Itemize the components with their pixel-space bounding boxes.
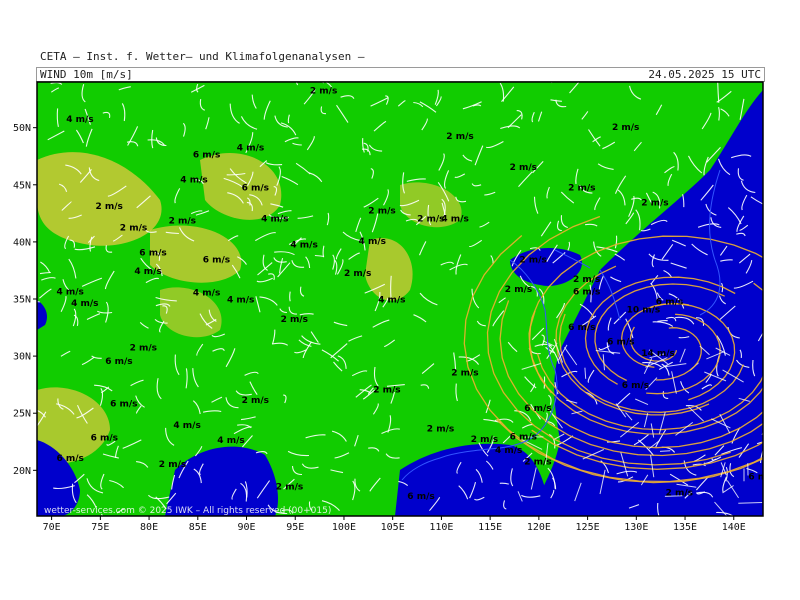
wind-speed-label: 6 m/s: [105, 357, 132, 367]
wind-speed-label: 6 m/s: [510, 433, 537, 443]
wind-speed-label: 2 m/s: [169, 217, 196, 227]
wind-speed-label: 6 m/s: [203, 256, 230, 266]
wind-map: 2 m/s4 m/s2 m/s2 m/s4 m/s6 m/s2 m/s4 m/s…: [13, 81, 767, 533]
lat-tick-label: 20N: [13, 466, 31, 477]
lat-tick-label: 35N: [13, 295, 31, 306]
wind-speed-label: 2 m/s: [641, 198, 668, 208]
wind-speed-label: 4 m/s: [134, 267, 161, 277]
longitude-axis: 70E 75E 80E 85E 90E 95E 100E 105E 110E 115E 120E 12…: [43, 516, 746, 533]
wind-speed-label: 4 m/s: [217, 436, 244, 446]
wind-speed-label: 4 m/s: [227, 295, 254, 305]
lat-tick-label: 30N: [13, 352, 31, 363]
lat-tick-label: 50N: [13, 123, 31, 134]
wind-speed-label: 6 m/s: [407, 492, 434, 502]
wind-speed-label: 4 m/s: [290, 241, 317, 251]
wind-speed-label: 4 m/s: [180, 176, 207, 186]
wind-speed-label: 2 m/s: [568, 184, 595, 194]
lon-tick-label: 105E: [381, 522, 405, 533]
wind-speed-label: 2 m/s: [505, 285, 532, 295]
lon-tick-label: 95E: [286, 522, 304, 533]
wind-speed-label: 2 m/s: [373, 386, 400, 396]
wind-speed-label: 6 m/s: [622, 381, 649, 391]
watermark: wetter-services.com © 2025 IWK – All rig…: [44, 506, 331, 516]
lon-tick-label: 110E: [429, 522, 453, 533]
wind-speed-label: 2 m/s: [310, 86, 337, 96]
wind-speed-label: 6 m/s: [91, 434, 118, 444]
wind-speed-label: 2 m/s: [276, 483, 303, 493]
wind-speed-label: 2 m/s: [573, 275, 600, 285]
wind-speed-label: 2 m/s: [451, 369, 478, 379]
wind-speed-label: 2 m/s: [281, 315, 308, 325]
lon-tick-label: 140E: [722, 522, 746, 533]
wind-speed-label: 2 m/s: [612, 123, 639, 133]
lon-tick-label: 115E: [478, 522, 502, 533]
wind-speed-label: 4 m/s: [495, 446, 522, 456]
wind-speed-label: 6 m/s: [573, 287, 600, 297]
strong-streamline: [738, 502, 763, 504]
lon-tick-label: 70E: [43, 522, 61, 533]
lon-tick-label: 120E: [527, 522, 551, 533]
latitude-axis: 50N 45N 40N 35N 30N 25N 20N: [13, 123, 37, 477]
wind-speed-label: 2 m/s: [471, 435, 498, 445]
wind-speed-label: 6 m/s: [193, 150, 220, 160]
wind-speed-label: 6 m/s: [110, 399, 137, 409]
lon-tick-label: 135E: [673, 522, 697, 533]
wind-speed-label: 2 m/s: [96, 202, 123, 212]
lon-tick-label: 130E: [624, 522, 648, 533]
wind-speed-label: 4 m/s: [57, 287, 84, 297]
lon-tick-label: 90E: [237, 522, 255, 533]
wind-speed-label: 2 m/s: [368, 206, 395, 216]
wind-speed-label: 2 m/s: [344, 269, 371, 279]
lon-tick-label: 100E: [332, 522, 356, 533]
lat-tick-label: 25N: [13, 409, 31, 420]
wind-speed-label: 6 m/s: [607, 338, 634, 348]
wind-speed-label: 4 m/s: [173, 421, 200, 431]
wind-speed-label: 14 m/s: [641, 349, 675, 359]
wind-speed-label: 4 m/s: [378, 295, 405, 305]
wind-speed-label: 6 m: [748, 473, 767, 483]
wind-speed-label: 10 m/s: [627, 306, 661, 316]
wind-speed-label: 4 m/s: [261, 214, 288, 224]
wind-speed-label: 6 m/s: [568, 323, 595, 333]
lon-tick-label: 125E: [576, 522, 600, 533]
wind-speed-label: 2 m/s: [519, 256, 546, 266]
wind-speed-label: 6 m/s: [242, 184, 269, 194]
wind-speed-label: 2 m/s: [666, 488, 693, 498]
wind-speed-label: 2 m/s: [510, 163, 537, 173]
wind-speed-label: 6 m/s: [524, 404, 551, 414]
wind-speed-label: 4 m/s: [193, 289, 220, 299]
wind-speed-label: 2 m/s: [120, 224, 147, 234]
wind-speed-label: 2 m/s: [446, 132, 473, 142]
wind-speed-label: 4 m/s: [237, 144, 264, 154]
wind-speed-label: 4 m/s: [71, 299, 98, 309]
strong-streamline: [659, 450, 671, 452]
calm-streamline: [289, 291, 291, 302]
wind-speed-label: 4 m/s: [66, 115, 93, 125]
wind-speed-label: 4 m/s: [441, 214, 468, 224]
lon-tick-label: 75E: [91, 522, 109, 533]
lat-tick-label: 40N: [13, 237, 31, 248]
wind-speed-label: 2 m/s: [427, 425, 454, 435]
wind-speed-label: 6 m/s: [139, 249, 166, 259]
wind-speed-label: 2 m/s: [159, 460, 186, 470]
wind-speed-label: 2 m/s: [242, 396, 269, 406]
lon-tick-label: 80E: [140, 522, 158, 533]
wind-speed-label: 2 m/s: [524, 458, 551, 468]
lat-tick-label: 45N: [13, 180, 31, 191]
lon-tick-label: 85E: [189, 522, 207, 533]
wind-speed-label: 2 m/s: [130, 343, 157, 353]
wind-speed-label: 4 m/s: [359, 237, 386, 247]
wind-speed-label: 6 m/s: [57, 454, 84, 464]
